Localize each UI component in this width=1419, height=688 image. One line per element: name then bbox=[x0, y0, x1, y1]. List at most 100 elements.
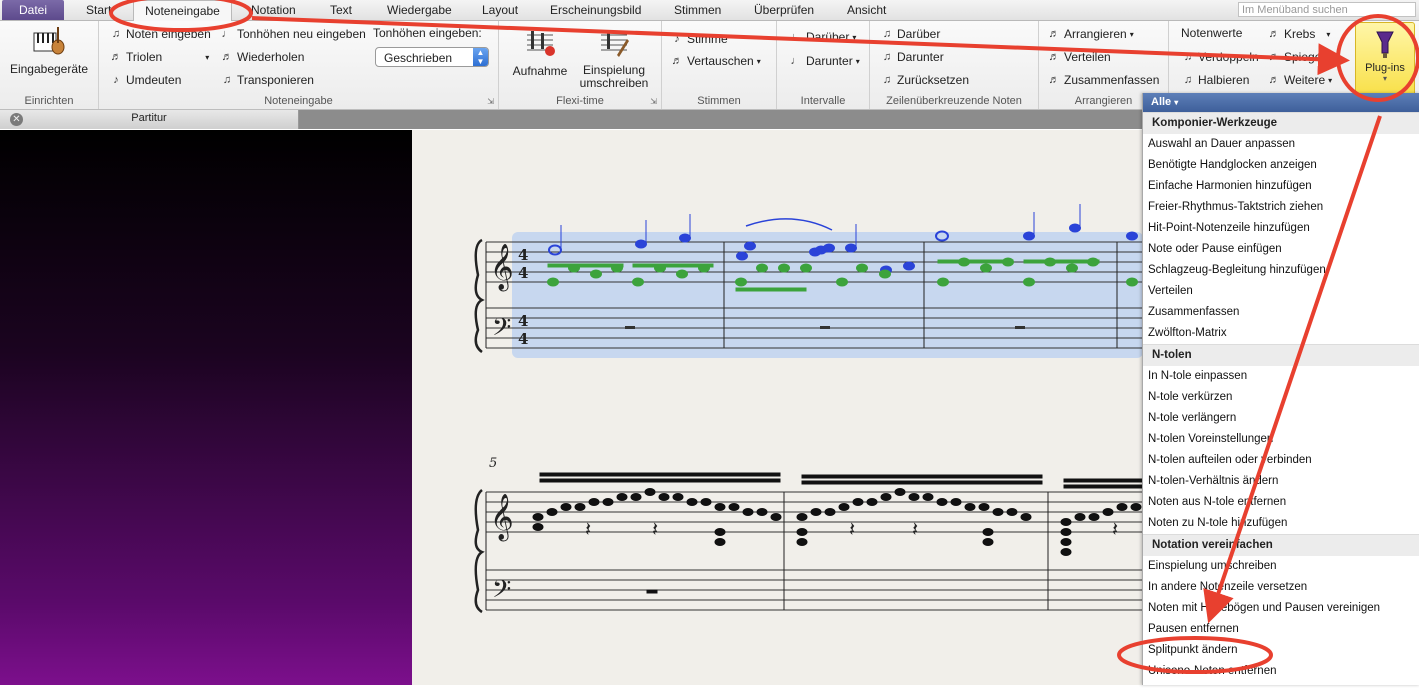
renotate-button[interactable]: Einspielung umschreiben bbox=[577, 27, 651, 90]
menu-item[interactable]: In andere Notenzeile versetzen bbox=[1143, 577, 1419, 598]
desktop-background bbox=[0, 130, 412, 685]
invert-button[interactable]: ♬ Spiegeln bbox=[1267, 50, 1331, 64]
arrange-button[interactable]: ♬ Arrangieren ▾ bbox=[1047, 27, 1134, 41]
repeat-icon: ♬ bbox=[221, 51, 233, 63]
menu-item[interactable]: Zwölfton-Matrix bbox=[1143, 323, 1419, 344]
voice-button[interactable]: ♪ Stimme bbox=[670, 32, 727, 46]
tab-noteneingabe[interactable]: Noteneingabe bbox=[133, 0, 232, 22]
explode-label: Verteilen bbox=[1064, 50, 1111, 64]
menu-item[interactable]: Freier-Rhythmus-Taktstrich ziehen bbox=[1143, 197, 1419, 218]
group-label-einrichten: Einrichten bbox=[24, 95, 74, 107]
record-button[interactable]: Aufnahme bbox=[507, 27, 573, 78]
interval-below-button[interactable]: ♩ Darunter ▾ bbox=[789, 54, 860, 68]
tuplets-label: Triolen bbox=[126, 50, 163, 64]
group-intervalle: ♩ Darüber ▾ ♩ Darunter ▾ Intervalle bbox=[777, 21, 870, 109]
menu-item[interactable]: N-tolen-Verhältnis ändern bbox=[1143, 471, 1419, 492]
menu-item[interactable]: Einfache Harmonien hinzufügen bbox=[1143, 176, 1419, 197]
menu-item[interactable]: Einspielung umschreiben bbox=[1143, 556, 1419, 577]
tab-erscheinungsbild[interactable]: Erscheinungsbild bbox=[550, 0, 641, 20]
tuplets-button[interactable]: ♬ Triolen ▾ bbox=[109, 50, 210, 64]
menu-item[interactable]: Noten mit Haltebögen und Pausen vereinig… bbox=[1143, 598, 1419, 619]
cross-staff-above-label: Darüber bbox=[897, 27, 941, 41]
tab-ueberpruefen[interactable]: Überprüfen bbox=[754, 0, 814, 20]
chevron-down-icon: ▾ bbox=[855, 56, 860, 66]
plugins-filter-dropdown[interactable]: Alle ▾ bbox=[1143, 93, 1419, 112]
retrograde-icon: ♬ bbox=[1268, 28, 1280, 40]
reduce-button[interactable]: ♬ Zusammenfassen bbox=[1047, 73, 1160, 87]
cross-staff-above-button[interactable]: ♫ Darüber bbox=[880, 27, 940, 41]
svg-text:𝄽: 𝄽 bbox=[652, 517, 658, 541]
tab-notation[interactable]: Notation bbox=[251, 0, 296, 20]
cross-staff-reset-icon: ♫ bbox=[882, 74, 892, 86]
repeat-button[interactable]: ♬ Wiederholen bbox=[220, 50, 305, 64]
more-button[interactable]: ♬ Weitere ▾ bbox=[1267, 73, 1333, 87]
menu-item[interactable]: Unisono-Noten entfernen bbox=[1143, 661, 1419, 682]
menu-item[interactable]: Hit-Point-Notenzeile hinzufügen bbox=[1143, 218, 1419, 239]
explode-icon: ♬ bbox=[1048, 51, 1060, 63]
menu-item[interactable]: Zusammenfassen bbox=[1143, 302, 1419, 323]
menu-item-splitpunkt-aendern[interactable]: Splitpunkt ändern bbox=[1143, 640, 1419, 661]
menu-item[interactable]: Verteilen bbox=[1143, 281, 1419, 302]
menu-item[interactable]: Schlagzeug-Begleitung hinzufügen bbox=[1143, 260, 1419, 281]
enter-notes-button[interactable]: ♫ Noten eingeben bbox=[109, 27, 211, 41]
input-devices-button[interactable]: Eingabegeräte bbox=[4, 25, 94, 76]
cross-staff-reset-button[interactable]: ♫ Zurücksetzen bbox=[880, 73, 969, 87]
keyboard-guitar-icon bbox=[33, 27, 65, 55]
tab-ansicht[interactable]: Ansicht bbox=[847, 0, 886, 20]
arrange-label: Arrangieren bbox=[1064, 27, 1127, 41]
menu-item[interactable]: N-tolen aufteilen oder verbinden bbox=[1143, 450, 1419, 471]
time-sig-top: 4 bbox=[518, 312, 528, 330]
menu-item[interactable]: In N-tole einpassen bbox=[1143, 366, 1419, 387]
group-einrichten: Eingabegeräte Einrichten bbox=[0, 21, 99, 109]
tuplet-icon: ♬ bbox=[110, 51, 122, 63]
score-view[interactable]: 𝄞 𝄢 4 4 4 4 5 𝄞 𝄢 𝄽 𝄽 𝄽 𝄽 𝄽 bbox=[412, 130, 1144, 685]
cross-staff-reset-label: Zurücksetzen bbox=[897, 73, 970, 87]
reinterpret-button[interactable]: ♪ Umdeuten bbox=[109, 73, 181, 87]
menu-item[interactable]: N-tolen Voreinstellungen bbox=[1143, 429, 1419, 450]
retrograde-button[interactable]: ♬ Krebs ▾ bbox=[1267, 27, 1331, 41]
menu-item[interactable]: Benötigte Handglocken anzeigen bbox=[1143, 155, 1419, 176]
ribbon-search-input[interactable]: Im Menüband suchen bbox=[1238, 2, 1416, 17]
input-pitches-select[interactable]: Geschrieben ▲ ▼ bbox=[375, 47, 489, 67]
tab-start[interactable]: Start bbox=[86, 0, 111, 20]
interval-above-button[interactable]: ♩ Darüber ▾ bbox=[789, 30, 857, 44]
cross-staff-below-button[interactable]: ♫ Darunter bbox=[880, 50, 944, 64]
tab-file[interactable]: Datei bbox=[2, 0, 64, 20]
menu-item[interactable]: N-tole verlängern bbox=[1143, 408, 1419, 429]
group-noteneingabe: ♫ Noten eingeben ♬ Triolen ▾ ♪ Umdeuten ♩ Ton… bbox=[99, 21, 499, 109]
menu-item[interactable]: N-tole verkürzen bbox=[1143, 387, 1419, 408]
swap-button[interactable]: ♬ Vertauschen ▾ bbox=[670, 54, 761, 68]
chevron-down-icon: ▾ bbox=[1129, 29, 1134, 39]
explode-button[interactable]: ♬ Verteilen bbox=[1047, 50, 1111, 64]
quarter-rests: 𝄽 𝄽 𝄽 𝄽 𝄽 bbox=[585, 517, 1118, 541]
tab-stimmen[interactable]: Stimmen bbox=[674, 0, 721, 20]
menu-item[interactable]: Auswahl an Dauer anpassen bbox=[1143, 134, 1419, 155]
time-sig-top: 4 bbox=[518, 246, 528, 264]
group-label-cross-staff: Zeilenüberkreuzende Noten bbox=[886, 95, 1022, 107]
measure-number: 5 bbox=[489, 456, 497, 471]
renotate-label: Einspielung umschreiben bbox=[579, 63, 649, 90]
cross-staff-below-label: Darunter bbox=[897, 50, 944, 64]
chevron-down-icon: ▾ bbox=[1326, 29, 1331, 39]
bass-staff-2 bbox=[486, 569, 1143, 611]
menu-item[interactable]: Noten zu N-tole hinzufügen bbox=[1143, 513, 1419, 534]
transpose-button[interactable]: ♫ Transponieren bbox=[220, 73, 314, 87]
system-2-notes bbox=[532, 472, 1144, 594]
reenter-pitches-button[interactable]: ♩ Tonhöhen neu eingeben bbox=[220, 27, 366, 41]
dialog-launcher-icon[interactable]: ⇲ bbox=[650, 97, 657, 106]
menu-item[interactable]: Note oder Pause einfügen bbox=[1143, 239, 1419, 260]
halve-button[interactable]: ♫ Halbieren bbox=[1181, 73, 1250, 87]
plugins-dropdown-menu: Alle ▾ Komponier-Werkzeuge Auswahl an Da… bbox=[1142, 93, 1419, 685]
group-stimmen: ♪ Stimme ♬ Vertauschen ▾ Stimmen bbox=[662, 21, 777, 109]
menu-item[interactable]: Noten aus N-tole entfernen bbox=[1143, 492, 1419, 513]
input-pitches-label: Tonhöhen eingeben: bbox=[373, 26, 482, 40]
dialog-launcher-icon[interactable]: ⇲ bbox=[487, 97, 494, 106]
tab-wiedergabe[interactable]: Wiedergabe bbox=[387, 0, 452, 20]
tab-text[interactable]: Text bbox=[330, 0, 352, 20]
menu-item[interactable]: Pausen entfernen bbox=[1143, 619, 1419, 640]
chevron-down-icon: ▾ bbox=[1328, 75, 1333, 85]
double-button[interactable]: ♫ Verdoppeln bbox=[1181, 50, 1259, 64]
system-brace bbox=[474, 238, 485, 354]
score-tab[interactable]: ✕ Partitur bbox=[0, 110, 299, 129]
tab-layout[interactable]: Layout bbox=[482, 0, 518, 20]
